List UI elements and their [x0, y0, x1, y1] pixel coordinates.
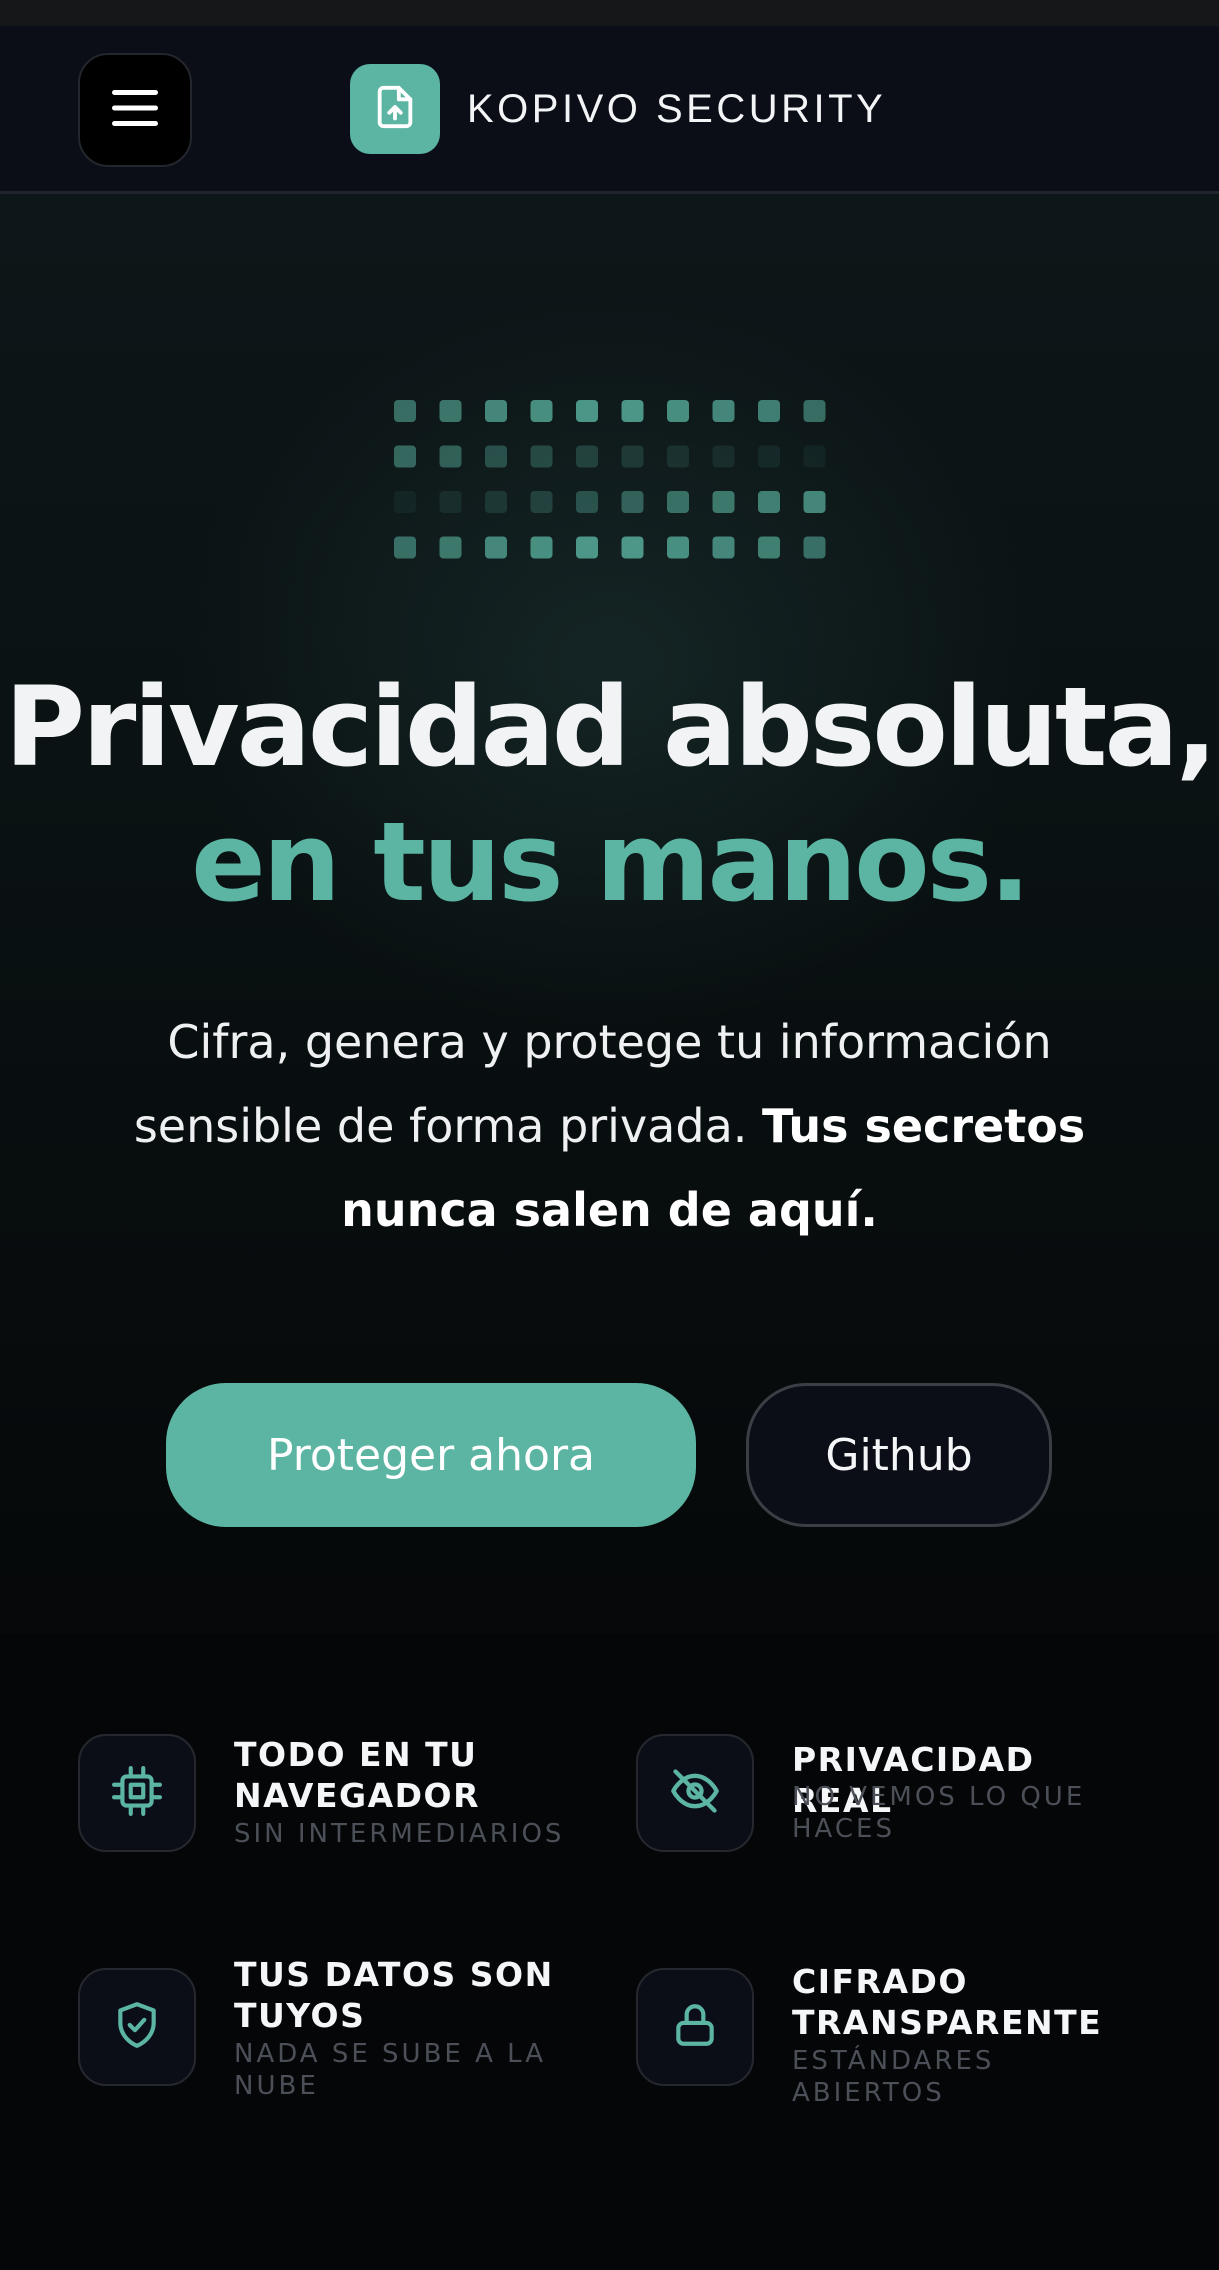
status-bar [0, 0, 1219, 26]
pattern-dot [758, 400, 780, 422]
pattern-dot [439, 536, 462, 559]
file-upload-icon [372, 84, 418, 134]
pattern-dot [530, 536, 553, 559]
pattern-dot [758, 491, 780, 513]
encryption-pattern-graphic [394, 400, 826, 559]
pattern-dot [712, 400, 735, 422]
pattern-dot [530, 491, 553, 513]
pattern-dot [803, 491, 826, 513]
pattern-dot [621, 491, 644, 513]
feature-subtitle: NADA SE SUBE A LA NUBE [234, 2039, 547, 2101]
pattern-dot [439, 445, 462, 468]
hero-title-line1: Privacidad absoluta, [4, 663, 1217, 791]
feature-icon-box [78, 1734, 196, 1852]
pattern-dot [803, 536, 826, 559]
menu-button[interactable] [78, 53, 192, 167]
pattern-dot [394, 491, 416, 513]
pattern-dot [485, 445, 507, 468]
pattern-dot [530, 445, 553, 468]
pattern-dot [439, 400, 462, 422]
shield-check-icon [112, 2000, 162, 2054]
hamburger-menu-icon [112, 90, 158, 130]
feature-your-data: TUS DATOS SON TUYOS NADA SE SUBE A LA NU… [78, 1955, 578, 2138]
lock-icon [670, 2000, 720, 2054]
github-button[interactable]: Github [746, 1383, 1052, 1527]
pattern-dot [576, 400, 598, 422]
eye-off-icon [669, 1765, 721, 1821]
pattern-dot [394, 400, 416, 422]
feature-title: CIFRADO TRANSPARENTE [792, 1962, 1103, 2042]
pattern-dot [485, 536, 507, 559]
feature-browser: TODO EN TU NAVEGADOR SIN INTERMEDIARIOS [78, 1734, 578, 1904]
pattern-dot [394, 445, 416, 468]
pattern-dot [530, 400, 553, 422]
feature-title: TUS DATOS SON TUYOS [234, 1955, 554, 2035]
feature-title: TODO EN TU NAVEGADOR [234, 1735, 480, 1815]
pattern-dot [621, 445, 644, 468]
pattern-dot [667, 491, 689, 513]
pattern-dot [758, 536, 780, 559]
protect-now-button[interactable]: Proteger ahora [166, 1383, 696, 1527]
cpu-chip-icon [112, 1766, 163, 1820]
feature-privacy: PRIVACIDAD REAL NO VEMOS LO QUE HACES [636, 1734, 1136, 1904]
hero-subtitle: Cifra, genera y protege tu información s… [110, 1000, 1109, 1252]
pattern-dot [667, 445, 689, 468]
pattern-dot [394, 536, 416, 559]
pattern-dot [667, 400, 689, 422]
hero-title: Privacidad absoluta, en tus manos. [0, 660, 1219, 930]
pattern-dot [803, 400, 826, 422]
brand-logo[interactable] [350, 64, 440, 154]
pattern-dot [712, 491, 735, 513]
feature-subtitle: NO VEMOS LO QUE HACES [792, 1782, 1086, 1844]
pattern-dot [439, 491, 462, 513]
feature-icon-box [636, 1968, 754, 2086]
pattern-dot [667, 536, 689, 559]
pattern-dot [712, 445, 735, 468]
pattern-dot [576, 445, 598, 468]
feature-encryption: CIFRADO TRANSPARENTE ESTÁNDARES ABIERTOS [636, 1962, 1136, 2138]
pattern-dot [576, 491, 598, 513]
feature-icon-box [78, 1968, 196, 2086]
pattern-dot [485, 491, 507, 513]
pattern-dot [576, 536, 598, 559]
feature-icon-box [636, 1734, 754, 1852]
pattern-dot [712, 536, 735, 559]
brand-name[interactable]: KOPIVO SECURITY [467, 84, 886, 134]
pattern-dot [621, 536, 644, 559]
feature-subtitle: SIN INTERMEDIARIOS [234, 1819, 565, 1849]
pattern-dot [803, 445, 826, 468]
hero-title-accent: en tus manos. [191, 798, 1031, 926]
top-header: KOPIVO SECURITY [0, 26, 1219, 194]
pattern-dot [621, 400, 644, 422]
pattern-dot [758, 445, 780, 468]
feature-subtitle: ESTÁNDARES ABIERTOS [792, 2046, 995, 2108]
pattern-dot [485, 400, 507, 422]
